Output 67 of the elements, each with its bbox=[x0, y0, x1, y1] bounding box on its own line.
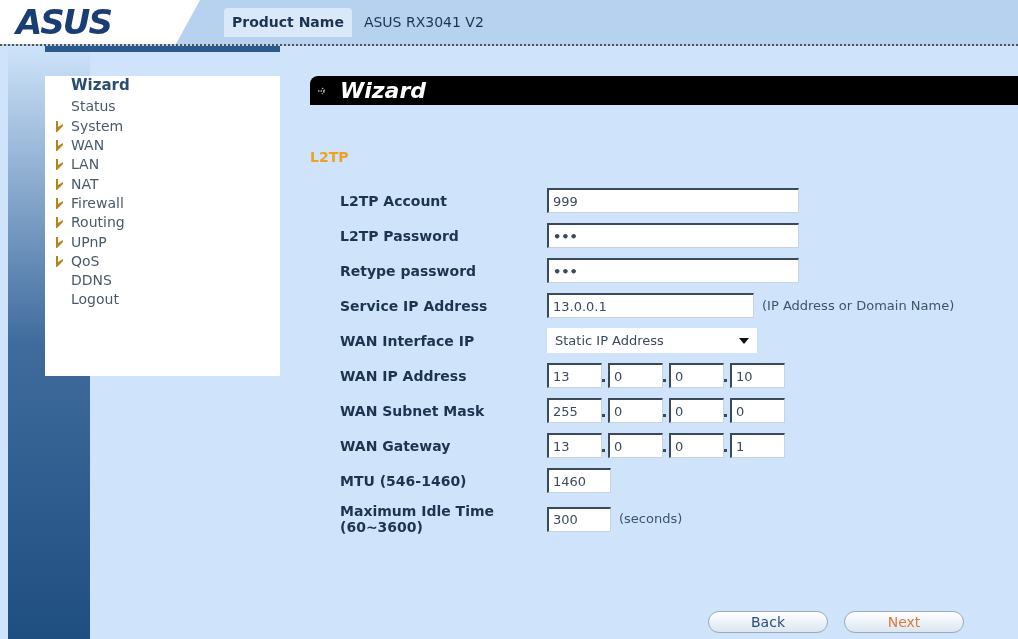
dot-separator bbox=[724, 379, 727, 382]
field-hint: (IP Address or Domain Name) bbox=[762, 296, 955, 315]
back-button[interactable]: Back bbox=[708, 611, 828, 633]
logo: ASUS bbox=[16, 5, 111, 39]
sidebar-item[interactable]: Routing bbox=[71, 212, 125, 234]
page-title: Wizard bbox=[340, 77, 427, 105]
octet-field[interactable]: 0 bbox=[669, 398, 724, 423]
sidebar-item[interactable]: Wizard bbox=[71, 74, 130, 97]
octet-field[interactable]: 0 bbox=[608, 433, 663, 458]
text-field[interactable]: 13.0.0.1 bbox=[547, 293, 754, 318]
octet-field[interactable]: 0 bbox=[730, 398, 785, 423]
product-value: ASUS RX3041 V2 bbox=[363, 12, 484, 32]
octet-field[interactable]: 10 bbox=[730, 363, 785, 388]
sidebar-item[interactable]: Firewall bbox=[71, 192, 124, 214]
field-label: L2TP Password bbox=[340, 227, 460, 244]
text-field[interactable]: 1460 bbox=[547, 468, 611, 493]
arrow-icon bbox=[318, 85, 328, 96]
field-label: WAN IP Address bbox=[340, 367, 468, 384]
sidebar-item[interactable]: WAN bbox=[71, 135, 105, 157]
dropdown[interactable]: Static IP Address bbox=[547, 328, 757, 353]
sidebar-item[interactable]: System bbox=[71, 115, 124, 137]
arrow-icon bbox=[55, 140, 64, 152]
octet-field[interactable]: 1 bbox=[730, 433, 785, 458]
arrow-icon bbox=[55, 217, 64, 229]
caret-icon bbox=[739, 337, 749, 344]
octet-field[interactable]: 255 bbox=[547, 398, 602, 423]
arrow-icon bbox=[55, 159, 64, 171]
arrow-icon bbox=[55, 120, 64, 132]
field-label: MTU (546-1460) bbox=[340, 472, 468, 489]
octet-field[interactable]: 13 bbox=[547, 433, 602, 458]
octet-field[interactable]: 0 bbox=[669, 433, 724, 458]
dot-separator bbox=[663, 379, 666, 382]
octet-field[interactable]: 13 bbox=[547, 363, 602, 388]
field-label: WAN Interface IP bbox=[340, 332, 476, 349]
field-hint: (seconds) bbox=[619, 510, 683, 529]
sidebar-item[interactable]: Logout bbox=[71, 289, 119, 311]
field-label: L2TP Account bbox=[340, 192, 449, 209]
sidebar-item[interactable]: LAN bbox=[71, 154, 100, 176]
dot-separator bbox=[663, 414, 666, 417]
password-field[interactable]: ••• bbox=[547, 258, 799, 283]
octet-field[interactable]: 0 bbox=[608, 363, 663, 388]
octet-field[interactable]: 0 bbox=[669, 363, 724, 388]
sidebar-item[interactable]: DDNS bbox=[71, 270, 112, 292]
field-label: Retype password bbox=[340, 262, 478, 279]
field-label: WAN Gateway bbox=[340, 437, 452, 454]
field-label: Service IP Address bbox=[340, 297, 489, 314]
sidebar-item[interactable]: UPnP bbox=[71, 231, 107, 253]
field-label: Maximum Idle Time (60~3600) bbox=[340, 503, 496, 535]
dot-separator bbox=[602, 379, 605, 382]
dot-separator bbox=[724, 449, 727, 452]
text-field[interactable]: 999 bbox=[547, 188, 799, 213]
dot-separator bbox=[724, 414, 727, 417]
text-field[interactable]: 300 bbox=[547, 506, 611, 532]
dot-separator bbox=[663, 449, 666, 452]
dot-separator bbox=[602, 414, 605, 417]
password-field[interactable]: ••• bbox=[547, 223, 799, 248]
section-title: L2TP bbox=[310, 148, 349, 167]
arrow-icon bbox=[55, 236, 64, 248]
arrow-icon bbox=[55, 197, 64, 209]
sidebar-item[interactable]: NAT bbox=[71, 173, 99, 195]
field-label: WAN Subnet Mask bbox=[340, 402, 486, 419]
sidebar-item[interactable]: QoS bbox=[71, 250, 100, 272]
dot-separator bbox=[602, 449, 605, 452]
octet-field[interactable]: 0 bbox=[608, 398, 663, 423]
arrow-icon bbox=[55, 178, 64, 190]
sidebar-item[interactable]: Status bbox=[71, 96, 116, 118]
arrow-icon bbox=[55, 255, 64, 267]
